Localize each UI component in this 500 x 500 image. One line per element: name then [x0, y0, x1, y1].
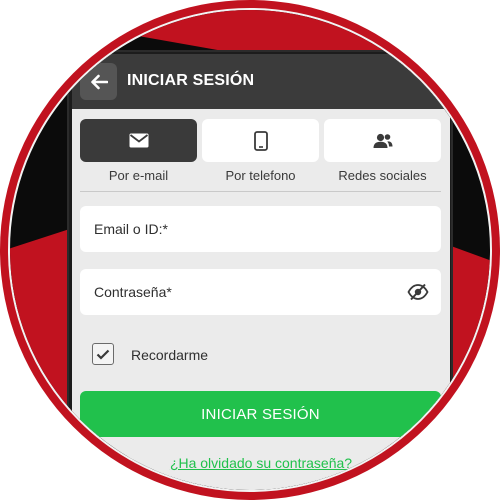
checkmark-icon: [96, 349, 110, 360]
login-screen: INICIAR SESIÓN Por e-mail Por telefono R…: [72, 54, 450, 490]
app-header: INICIAR SESIÓN: [72, 54, 450, 109]
envelope-icon: [129, 133, 148, 148]
password-field-placeholder: Contraseña*: [94, 284, 172, 300]
login-button[interactable]: INICIAR SESIÓN: [80, 391, 441, 437]
forgot-password-link[interactable]: ¿Ha olvidado su contraseña?: [72, 455, 450, 471]
email-field-placeholder: Email o ID:*: [94, 221, 168, 237]
tab-social-button[interactable]: [324, 119, 441, 162]
tab-phone-label: Por telefono: [225, 168, 296, 183]
tab-phone-button[interactable]: [202, 119, 319, 162]
circular-badge-frame: INICIAR SESIÓN Por e-mail Por telefono R…: [0, 0, 500, 500]
tab-social-label: Redes sociales: [338, 168, 427, 183]
login-button-label: INICIAR SESIÓN: [201, 405, 320, 423]
remember-label: Recordarme: [131, 347, 209, 363]
tab-email[interactable]: Por e-mail: [80, 119, 197, 183]
remember-checkbox[interactable]: [92, 343, 114, 365]
tab-email-label: Por e-mail: [108, 168, 169, 183]
tab-phone[interactable]: Por telefono: [202, 119, 319, 183]
email-field[interactable]: Email o ID:*: [80, 206, 441, 252]
tab-social[interactable]: Redes sociales: [324, 119, 441, 183]
tab-email-button[interactable]: [80, 119, 197, 162]
back-button[interactable]: [80, 63, 117, 100]
users-icon: [373, 133, 392, 148]
password-field[interactable]: Contraseña*: [80, 269, 441, 315]
smartphone-icon: [253, 130, 268, 151]
badge-background: INICIAR SESIÓN Por e-mail Por telefono R…: [8, 8, 492, 492]
page-title: INICIAR SESIÓN: [127, 72, 255, 89]
divider: [80, 191, 441, 192]
eye-slash-icon[interactable]: [407, 282, 429, 302]
arrow-left-icon: [90, 74, 108, 89]
login-method-tabs: Por e-mail Por telefono Redes sociales: [80, 119, 441, 183]
